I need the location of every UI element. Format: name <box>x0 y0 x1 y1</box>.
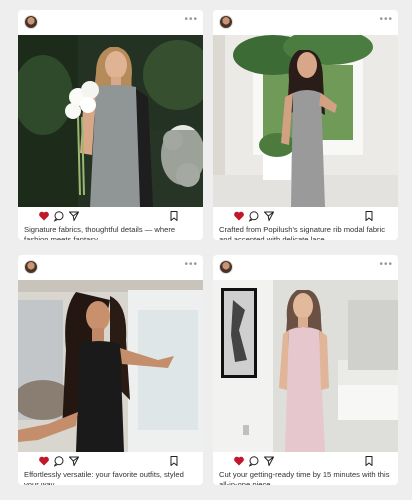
avatar[interactable] <box>219 260 233 274</box>
share-icon[interactable] <box>68 455 80 467</box>
bookmark-icon[interactable] <box>363 455 375 467</box>
post-actions <box>18 455 203 469</box>
comment-icon[interactable] <box>248 210 260 222</box>
post-header: ••• <box>213 10 398 35</box>
post-card-4: ••• Cut your getting-ready time by 15 mi… <box>213 255 398 485</box>
post-caption: Crafted from Popilush's signature rib mo… <box>219 225 386 240</box>
post-header: ••• <box>213 255 398 280</box>
post-header: ••• <box>18 255 203 280</box>
heart-icon[interactable] <box>233 210 245 222</box>
post-card-2: ••• Crafted from Popilush's signature ri… <box>213 10 398 240</box>
more-icon[interactable]: ••• <box>379 260 393 270</box>
post-image[interactable] <box>213 35 398 207</box>
comment-icon[interactable] <box>248 455 260 467</box>
more-icon[interactable]: ••• <box>184 260 198 270</box>
post-actions <box>18 210 203 224</box>
post-caption: Cut your getting-ready time by 15 minute… <box>219 470 390 485</box>
post-image[interactable] <box>18 280 203 452</box>
heart-icon[interactable] <box>38 210 50 222</box>
more-icon[interactable]: ••• <box>379 15 393 25</box>
post-actions <box>213 455 398 469</box>
avatar[interactable] <box>219 15 233 29</box>
more-icon[interactable]: ••• <box>184 15 198 25</box>
bookmark-icon[interactable] <box>168 455 180 467</box>
post-card-1: ••• Signature fabrics, thoughtful detail… <box>18 10 203 240</box>
post-caption: Effortlessly versatile: your favorite ou… <box>24 470 184 485</box>
share-icon[interactable] <box>263 210 275 222</box>
comment-icon[interactable] <box>53 210 65 222</box>
share-icon[interactable] <box>68 210 80 222</box>
post-actions <box>213 210 398 224</box>
post-card-3: ••• Effortlessly versatile: your favorit… <box>18 255 203 485</box>
avatar[interactable] <box>24 15 38 29</box>
post-caption: Signature fabrics, thoughtful details — … <box>24 225 176 240</box>
post-header: ••• <box>18 10 203 35</box>
heart-icon[interactable] <box>233 455 245 467</box>
bookmark-icon[interactable] <box>168 210 180 222</box>
post-image[interactable] <box>213 280 398 452</box>
heart-icon[interactable] <box>38 455 50 467</box>
bookmark-icon[interactable] <box>363 210 375 222</box>
comment-icon[interactable] <box>53 455 65 467</box>
avatar[interactable] <box>24 260 38 274</box>
post-image[interactable] <box>18 35 203 207</box>
share-icon[interactable] <box>263 455 275 467</box>
